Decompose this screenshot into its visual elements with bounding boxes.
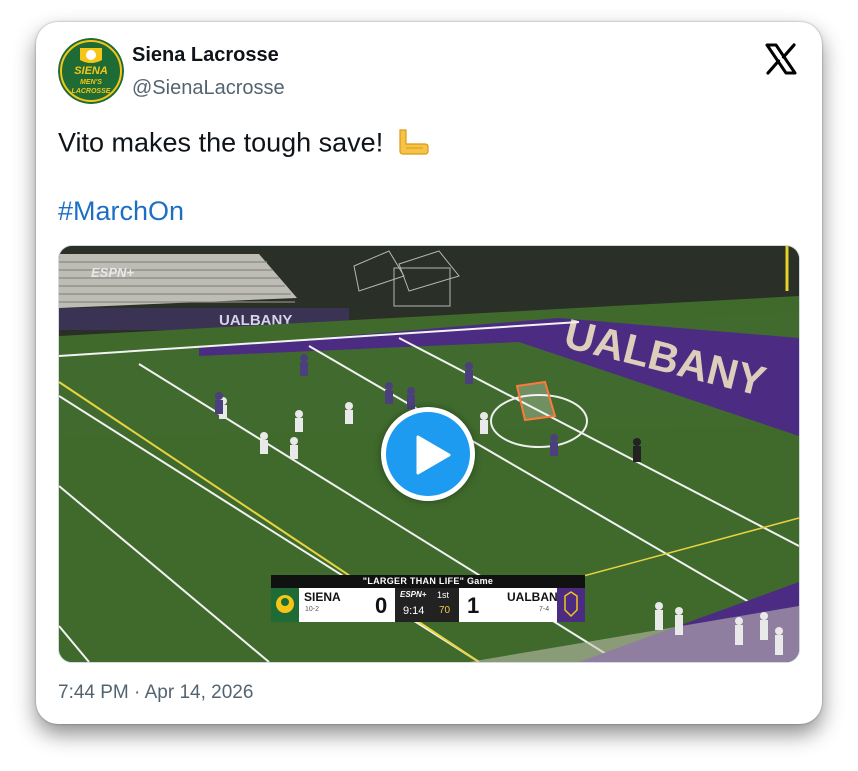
- home-team-score: 0: [375, 593, 388, 618]
- play-button[interactable]: [381, 407, 475, 501]
- author-handle[interactable]: @SienaLacrosse: [132, 77, 285, 100]
- tweet-card: SIENA MEN'S LACROSSE Siena Lacrosse @Sie…: [36, 22, 822, 724]
- network-label: ESPN+: [400, 590, 427, 599]
- away-team-score: 1: [467, 593, 480, 618]
- home-team-record: 10-2: [305, 606, 320, 613]
- shot-clock: 70: [439, 605, 451, 616]
- tweet-timestamp[interactable]: 7:44 PM · Apr 14, 2026: [58, 682, 253, 704]
- x-logo-icon[interactable]: [764, 42, 798, 76]
- game-clock: 9:14: [403, 605, 425, 617]
- avatar-line-1: SIENA: [74, 65, 108, 77]
- avatar[interactable]: SIENA MEN'S LACROSSE: [58, 38, 124, 104]
- scorebug-title: "LARGER THAN LIFE" Game: [271, 575, 585, 588]
- tweet-text: Vito makes the tough save!: [58, 126, 431, 163]
- away-team-record: 7-4: [539, 606, 550, 613]
- siena-team-logo-icon: [271, 588, 299, 622]
- avatar-line-3: LACROSSE: [72, 88, 111, 95]
- scorebug: "LARGER THAN LIFE" Game SIENA 10-2 0 ESP…: [271, 575, 585, 622]
- hashtag-link[interactable]: #MarchOn: [58, 195, 184, 227]
- siena-mens-lacrosse-logo-icon: SIENA MEN'S LACROSSE: [58, 38, 124, 104]
- pointing-left-emoji-icon: [397, 126, 431, 163]
- avatar-line-2: MEN'S: [80, 79, 102, 86]
- play-icon: [416, 435, 451, 475]
- tweet-body: Vito makes the tough save!: [58, 127, 384, 158]
- espn-banner-text: ESPN+: [91, 265, 134, 280]
- home-team-name: SIENA: [304, 590, 341, 604]
- video-player[interactable]: ESPN+ UALBANY UALBANY "LARGER THAN LIFE"…: [58, 245, 800, 663]
- ualbany-team-logo-icon: [557, 588, 585, 622]
- scorebug-row: SIENA 10-2 0 ESPN+ 1st 9:14 70 1 UALBANY…: [271, 588, 585, 622]
- period-label: 1st: [437, 590, 450, 600]
- author-name[interactable]: Siena Lacrosse: [132, 44, 279, 67]
- game-clock-panel: ESPN+ 1st 9:14 70: [395, 588, 459, 622]
